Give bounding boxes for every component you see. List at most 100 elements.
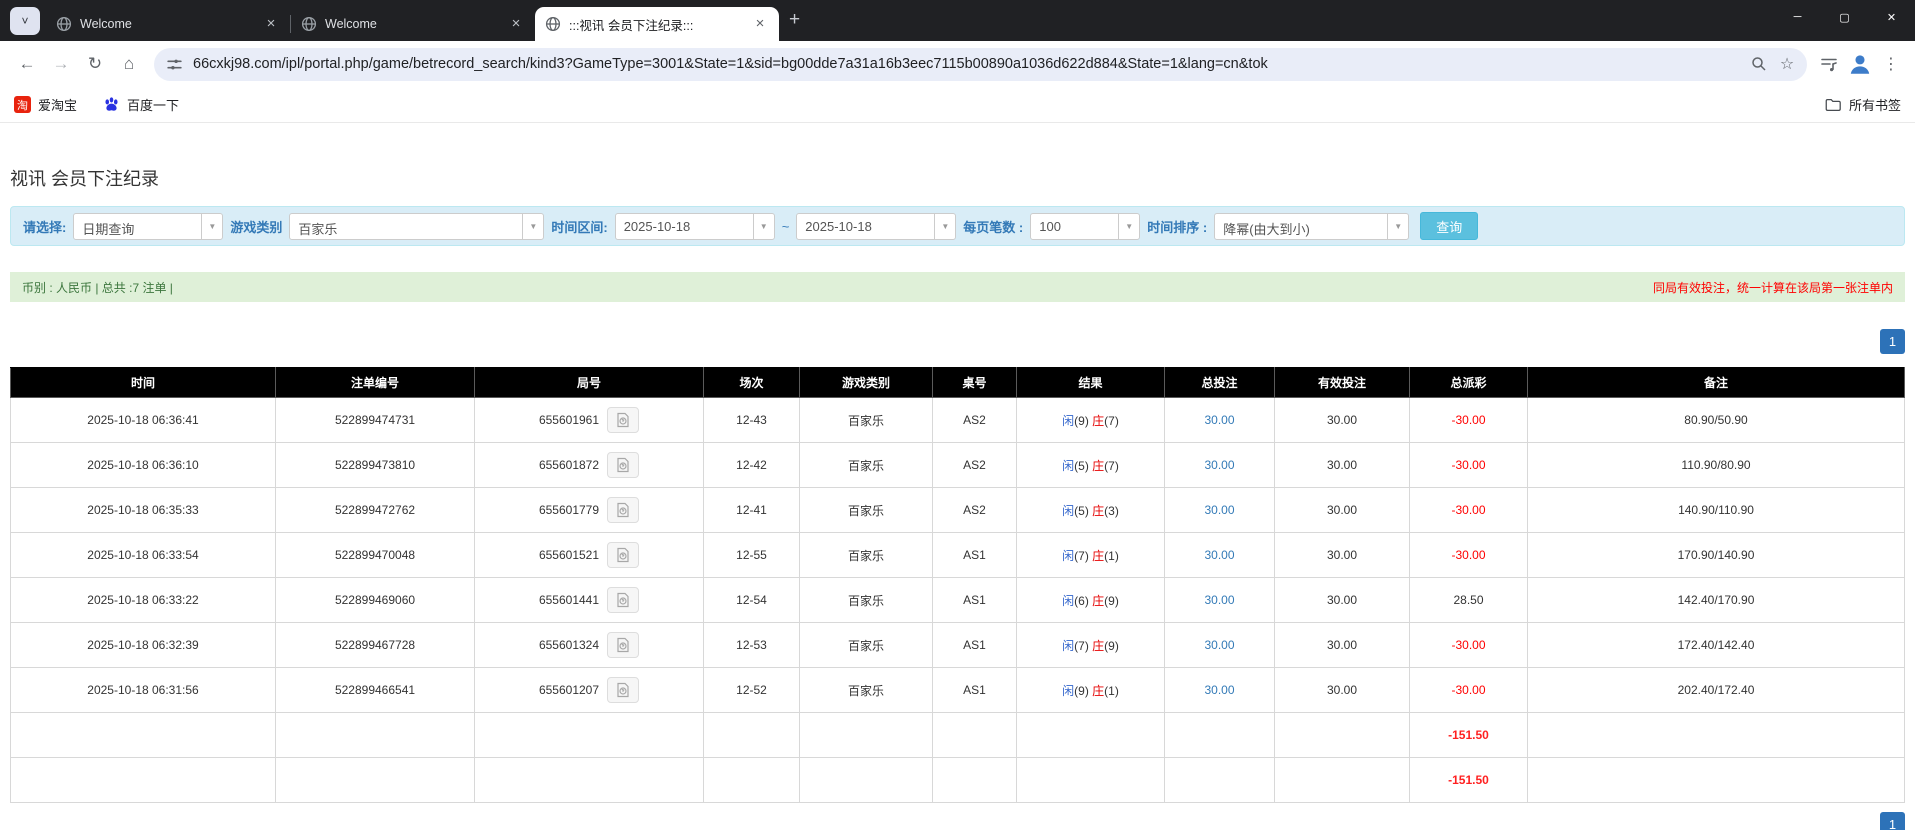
total-bet-cell: 30.00 — [1165, 488, 1275, 533]
remark-cell — [1528, 713, 1905, 758]
tab-search-button[interactable]: ˅ — [10, 7, 40, 35]
close-window-button[interactable]: ✕ — [1868, 0, 1915, 34]
round-wrap: 655601441 — [475, 587, 703, 613]
date-to-select[interactable]: 2025-10-18 ▼ — [796, 213, 956, 240]
round-cell: 655601521 — [475, 533, 704, 578]
refresh-button[interactable]: ↻ — [80, 49, 110, 79]
tab-title: :::视讯 会员下注纪录::: — [569, 15, 743, 34]
page-size-select[interactable]: 100 ▼ — [1030, 213, 1140, 240]
table-no-cell — [933, 758, 1017, 803]
game-type-select[interactable]: 百家乐 ▼ — [289, 213, 544, 240]
media-controls-icon[interactable] — [1815, 50, 1843, 78]
banker-result-value: (3) — [1104, 504, 1119, 518]
forward-button[interactable]: → — [46, 49, 76, 79]
remark-cell: 142.40/170.90 — [1528, 578, 1905, 623]
bookmark-taobao[interactable]: 淘 爱淘宝 — [14, 95, 77, 114]
banker-result-label: 庄 — [1092, 594, 1104, 608]
minimize-button[interactable]: ─ — [1774, 0, 1821, 34]
result-cell — [1017, 758, 1165, 803]
game-type-cell: 百家乐 — [800, 623, 933, 668]
baidu-paw-icon — [103, 96, 120, 113]
tab-strip: ˅ Welcome × Welcome × :::视讯 会员下注纪录::: × … — [0, 0, 1915, 41]
video-replay-button[interactable] — [607, 632, 639, 658]
page-1-button[interactable]: 1 — [1880, 329, 1905, 354]
column-header: 桌号 — [933, 368, 1017, 398]
query-type-select[interactable]: 日期查询 ▼ — [73, 213, 223, 240]
menu-icon[interactable]: ⋮ — [1877, 50, 1905, 78]
search-button[interactable]: 查询 — [1420, 212, 1478, 240]
globe-icon — [545, 16, 561, 32]
round-wrap: 655601961 — [475, 407, 703, 433]
session-cell: 12-54 — [704, 578, 800, 623]
summary-label-cell: 总计 — [11, 758, 276, 803]
video-replay-button[interactable] — [607, 677, 639, 703]
valid-bet-notice: 同局有效投注，统一计算在该局第一张注单内 — [1653, 279, 1893, 296]
video-replay-button[interactable] — [607, 587, 639, 613]
tab-welcome-2[interactable]: Welcome × — [291, 7, 535, 41]
close-icon[interactable]: × — [507, 15, 525, 33]
session-cell: 12-42 — [704, 443, 800, 488]
address-bar[interactable]: 66cxkj98.com/ipl/portal.php/game/betreco… — [154, 48, 1807, 81]
all-bookmarks-button[interactable]: 所有书签 — [1824, 95, 1901, 114]
url-text[interactable]: 66cxkj98.com/ipl/portal.php/game/betreco… — [193, 56, 1745, 72]
video-file-icon — [615, 547, 631, 563]
game-type-cell — [800, 758, 933, 803]
table-row: 2025-10-18 06:33:22522899469060655601441… — [11, 578, 1905, 623]
sort-select[interactable]: 降幂(由大到小) ▼ — [1214, 213, 1409, 240]
column-header: 局号 — [475, 368, 704, 398]
tune-icon[interactable] — [166, 56, 183, 73]
bookmark-star-icon[interactable]: ☆ — [1773, 50, 1801, 78]
page-content: 视讯 会员下注纪录 请选择: 日期查询 ▼ 游戏类别 百家乐 ▼ 时间区间: 2… — [0, 165, 1915, 830]
column-header: 有效投注 — [1275, 368, 1410, 398]
bookmark-label: 爱淘宝 — [38, 95, 77, 114]
result-cell: 闲(7) 庄(9) — [1017, 623, 1165, 668]
video-replay-button[interactable] — [607, 452, 639, 478]
bet-records-table: 时间注单编号局号场次游戏类别桌号结果总投注有效投注总派彩备注 2025-10-1… — [10, 367, 1905, 803]
payout-cell: -30.00 — [1410, 668, 1528, 713]
page-1-button[interactable]: 1 — [1880, 812, 1905, 830]
video-replay-button[interactable] — [607, 407, 639, 433]
table-row: 2025-10-18 06:32:39522899467728655601324… — [11, 623, 1905, 668]
date-from-select[interactable]: 2025-10-18 ▼ — [615, 213, 775, 240]
time-cell: 2025-10-18 06:33:54 — [11, 533, 276, 578]
video-file-icon — [615, 412, 631, 428]
tab-bet-record[interactable]: :::视讯 会员下注纪录::: × — [535, 7, 779, 41]
payout-cell: -30.00 — [1410, 623, 1528, 668]
zoom-icon[interactable] — [1745, 50, 1773, 78]
video-replay-button[interactable] — [607, 497, 639, 523]
payout-cell: 28.50 — [1410, 578, 1528, 623]
new-tab-button[interactable]: + — [789, 9, 800, 31]
column-header: 结果 — [1017, 368, 1165, 398]
round-id: 655601521 — [539, 548, 599, 562]
taobao-icon: 淘 — [14, 96, 31, 113]
chevron-down-icon: ▼ — [934, 214, 955, 239]
close-icon[interactable]: × — [751, 15, 769, 33]
bookmark-baidu[interactable]: 百度一下 — [103, 95, 179, 114]
game-type-cell: 百家乐 — [800, 488, 933, 533]
chevron-down-icon: ▼ — [201, 214, 222, 239]
tab-title: Welcome — [80, 17, 254, 31]
table-row: 2025-10-18 06:31:56522899466541655601207… — [11, 668, 1905, 713]
valid-bet-cell: 30.00 — [1275, 623, 1410, 668]
maximize-button[interactable]: ▢ — [1821, 0, 1868, 34]
valid-bet-cell: 30.00 — [1275, 578, 1410, 623]
table-row: 2025-10-18 06:33:54522899470048 655601521… — [11, 533, 1905, 578]
player-result-label: 闲 — [1062, 639, 1074, 653]
player-result-value: (9) — [1074, 414, 1092, 428]
browser-toolbar: ← → ↻ ⌂ 66cxkj98.com/ipl/portal.php/game… — [0, 41, 1915, 87]
remark-cell — [1528, 758, 1905, 803]
valid-bet-cell: 30.00 — [1275, 398, 1410, 443]
date-separator: ~ — [782, 219, 790, 234]
result-cell: 闲(5) 庄(3) — [1017, 488, 1165, 533]
bookmark-label: 百度一下 — [127, 95, 179, 114]
bet-id-cell: 522899470048 — [276, 533, 475, 578]
round-id: 655601207 — [539, 683, 599, 697]
video-replay-button[interactable] — [607, 542, 639, 568]
close-icon[interactable]: × — [262, 15, 280, 33]
tab-welcome-1[interactable]: Welcome × — [46, 7, 290, 41]
valid-bet-cell: 30.00 — [1275, 533, 1410, 578]
valid-bet-cell: 30.00 — [1275, 668, 1410, 713]
home-button[interactable]: ⌂ — [114, 49, 144, 79]
profile-avatar-icon[interactable] — [1847, 51, 1873, 77]
back-button[interactable]: ← — [12, 49, 42, 79]
